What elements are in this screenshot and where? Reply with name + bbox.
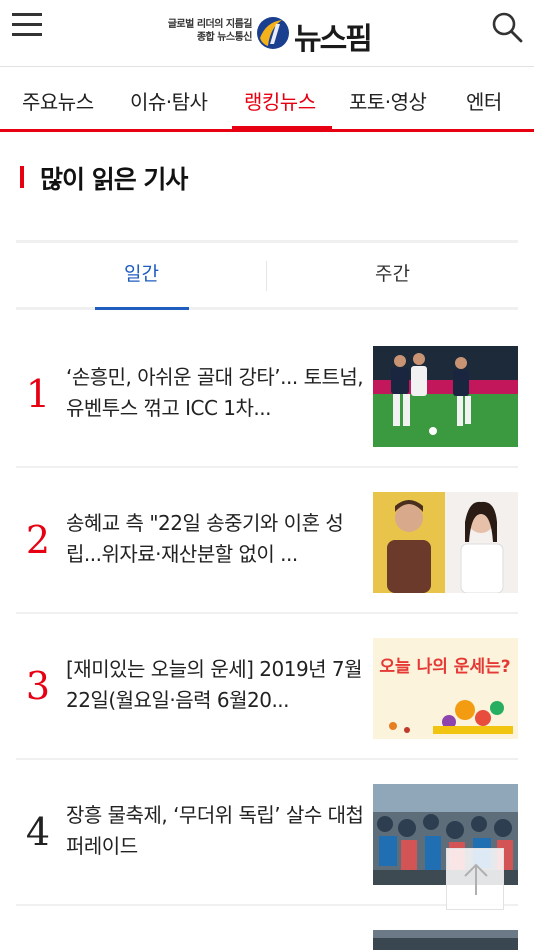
news-item-4[interactable]: 4 장흥 물축제, ‘무더위 독립’ 살수 대첩 퍼레이드 (16, 760, 518, 906)
tab-daily[interactable]: 일간 (16, 243, 267, 307)
logo-tagline-line2: 종합 뉴스통신 (196, 32, 253, 43)
rank-number: 4 (25, 810, 51, 854)
thumbnail-fortune-text: 오늘 나의 운세는? (379, 657, 510, 677)
news-thumbnail[interactable] (373, 492, 518, 593)
news-item-1[interactable]: 1 ‘손흥민, 아쉬운 골대 강타’... 토트넘, 유벤투스 꺾고 ICC 1… (16, 322, 518, 468)
news-item-3[interactable]: 3 [재미있는 오늘의 운세] 2019년 7월22일(월요일·음력 6월20.… (16, 614, 518, 760)
tab-active-indicator (95, 307, 189, 310)
scroll-top-button[interactable] (446, 848, 504, 910)
logo-text: 뉴스핌 (294, 22, 373, 57)
logo-tagline-line1: 글로벌 리더의 지름길 (167, 19, 253, 30)
news-headline[interactable]: ‘손흥민, 아쉬운 골대 강타’... 토트넘, 유벤투스 꺾고 ICC 1차.… (66, 362, 364, 424)
arrow-up-icon (464, 863, 488, 895)
section-title-marker (20, 166, 24, 188)
nav-tab-ranking[interactable]: 랭킹뉴스 (244, 86, 316, 115)
news-item-2[interactable]: 2 송혜교 측 "22일 송중기와 이혼 성립...위자료·재산분할 없이 ..… (16, 468, 518, 614)
news-headline[interactable]: [재미있는 오늘의 운세] 2019년 7월22일(월요일·음력 6월20... (66, 654, 364, 716)
rank-number: 3 (25, 664, 51, 708)
nav-tab-entertainment[interactable]: 엔터 (466, 86, 502, 115)
logo[interactable]: 글로벌 리더의 지름길 종합 뉴스통신 뉴스핌 (150, 12, 390, 57)
logo-tagline: 글로벌 리더의 지름길 종합 뉴스통신 (150, 18, 253, 44)
section-title-text: 많이 읽은 기사 (40, 165, 188, 194)
rank-number: 2 (25, 518, 51, 562)
nav-tab-issue[interactable]: 이슈·탐사 (130, 86, 208, 115)
period-tabs: 일간 주간 (16, 240, 518, 310)
header: 글로벌 리더의 지름길 종합 뉴스통신 뉴스핌 (0, 0, 534, 67)
news-headline[interactable]: 장흥 물축제, ‘무더위 독립’ 살수 대첩 퍼레이드 (66, 800, 364, 862)
nav-tab-photo-video[interactable]: 포토·영상 (349, 86, 427, 115)
rank-number: 1 (25, 372, 51, 416)
search-icon[interactable] (490, 10, 524, 44)
news-thumbnail[interactable] (373, 346, 518, 447)
hamburger-menu-icon[interactable] (12, 13, 42, 39)
category-nav: 주요뉴스 이슈·탐사 랭킹뉴스 포토·영상 엔터 (0, 68, 534, 132)
tab-weekly[interactable]: 주간 (267, 243, 518, 307)
news-thumbnail[interactable]: 오늘 나의 운세는? (373, 638, 518, 739)
logo-mark-icon (257, 17, 289, 49)
news-thumbnail-partial (373, 930, 518, 950)
nav-tab-main-news[interactable]: 주요뉴스 (22, 86, 94, 115)
news-headline[interactable]: 송혜교 측 "22일 송중기와 이혼 성립...위자료·재산분할 없이 ... (66, 508, 364, 570)
nav-active-indicator (232, 126, 332, 131)
